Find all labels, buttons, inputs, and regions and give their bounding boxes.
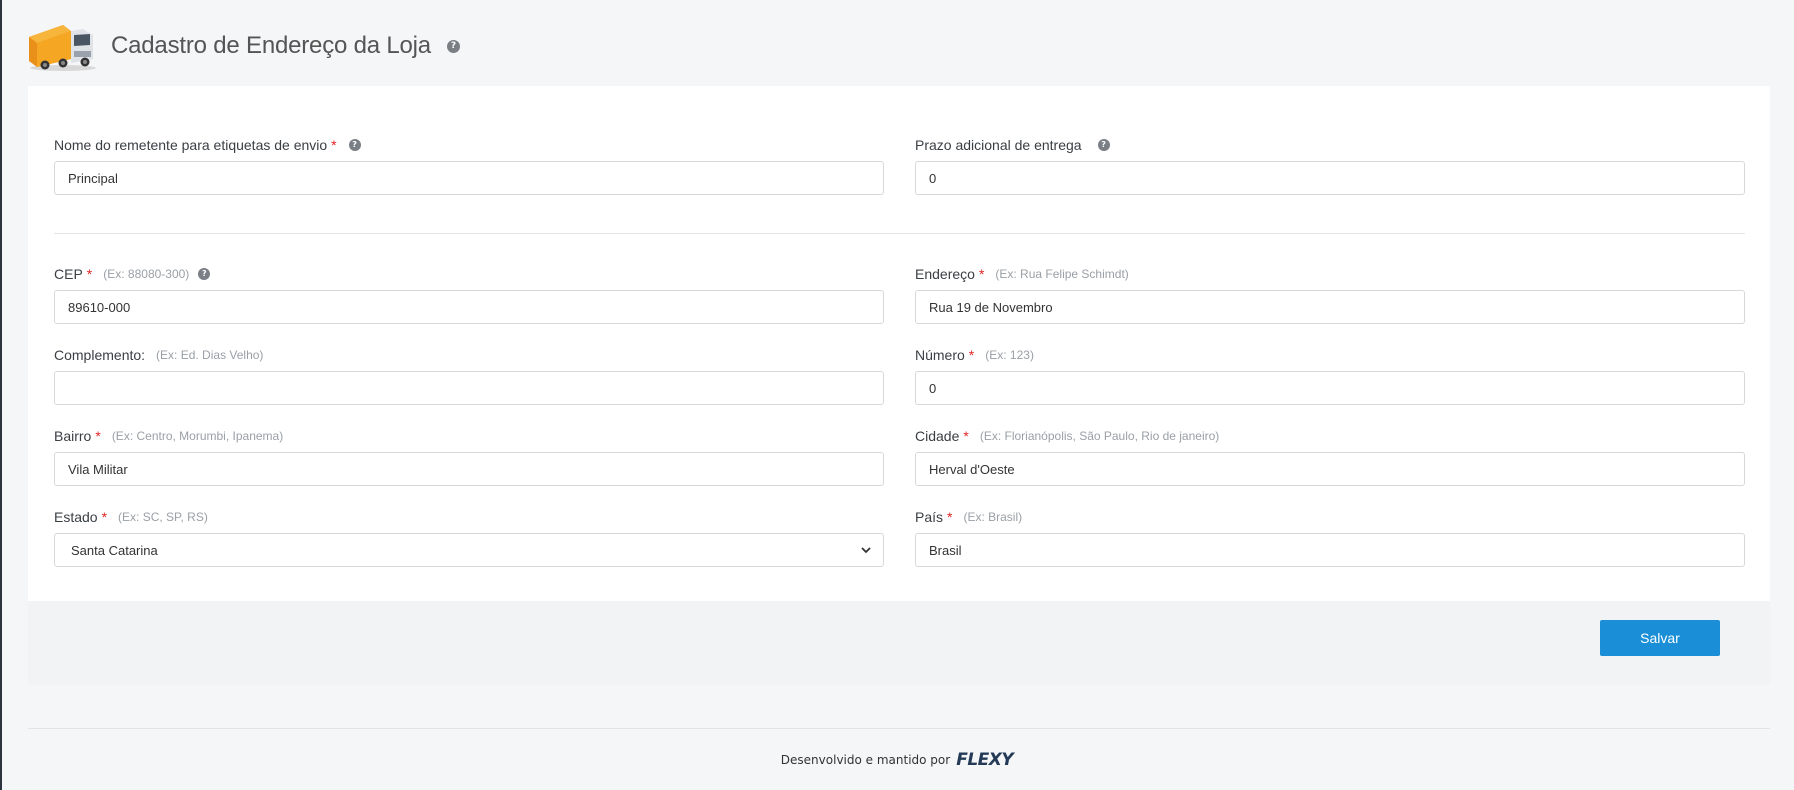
cep-input[interactable]: [54, 290, 884, 324]
state-field: Estado * (Ex: SC, SP, RS) Santa Catarina: [54, 507, 884, 567]
required-marker: *: [968, 347, 975, 363]
neighborhood-label: Bairro: [54, 428, 92, 444]
number-label: Número: [915, 347, 965, 363]
help-icon[interactable]: ?: [198, 268, 211, 280]
complement-field: Complemento: (Ex: Ed. Dias Velho): [54, 345, 884, 405]
truck-icon: [29, 25, 96, 71]
complement-hint: (Ex: Ed. Dias Velho): [156, 348, 264, 362]
neighborhood-field: Bairro * (Ex: Centro, Morumbi, Ipanema): [54, 426, 884, 486]
required-marker: *: [95, 428, 101, 444]
extra-delivery-days-label-row: Prazo adicional de entrega ?: [915, 135, 1745, 155]
help-icon[interactable]: ?: [1097, 139, 1110, 151]
left-edge-border: [0, 0, 2, 790]
country-field: País * (Ex: Brasil): [915, 507, 1745, 567]
neighborhood-hint: (Ex: Centro, Morumbi, Ipanema): [111, 429, 284, 443]
city-label: Cidade: [915, 428, 960, 444]
complement-label-row: Complemento: (Ex: Ed. Dias Velho): [54, 345, 884, 365]
country-label: País: [915, 509, 944, 525]
number-input[interactable]: [915, 371, 1745, 405]
address-form-card: Nome do remetente para etiquetas de envi…: [28, 86, 1770, 685]
complement-input[interactable]: [54, 371, 884, 405]
cep-label: CEP: [54, 266, 83, 282]
required-marker: *: [86, 266, 93, 282]
cep-hint: (Ex: 88080-300): [103, 267, 190, 281]
form-actions-bar: Salvar: [28, 601, 1770, 685]
extra-delivery-days-input[interactable]: [915, 161, 1745, 195]
extra-delivery-days-field: Prazo adicional de entrega ?: [915, 135, 1745, 195]
required-marker: *: [963, 428, 969, 444]
required-marker: *: [978, 266, 985, 282]
complement-label: Complemento:: [54, 347, 146, 363]
footer-credit-text: Desenvolvido e mantido por: [780, 753, 951, 767]
required-marker: *: [947, 509, 953, 525]
state-label: Estado: [54, 509, 98, 525]
address-label: Endereço: [915, 266, 975, 282]
save-button[interactable]: Salvar: [1600, 620, 1720, 656]
city-hint: (Ex: Florianópolis, São Paulo, Rio de ja…: [979, 429, 1220, 443]
page-title: Cadastro de Endereço da Loja: [111, 32, 431, 59]
footer-divider: [28, 728, 1770, 729]
form-body: Nome do remetente para etiquetas de envi…: [28, 86, 1770, 601]
state-hint: (Ex: SC, SP, RS): [118, 510, 208, 524]
page-header: Cadastro de Endereço da Loja ?: [27, 18, 460, 74]
city-field: Cidade * (Ex: Florianópolis, São Paulo, …: [915, 426, 1745, 486]
section-divider: [54, 233, 1745, 234]
cep-field: CEP * (Ex: 88080-300) ?: [54, 264, 884, 324]
state-select-value: Santa Catarina: [71, 543, 158, 558]
required-marker: *: [101, 509, 108, 525]
sender-name-label: Nome do remetente para etiquetas de envi…: [54, 137, 328, 153]
cep-label-row: CEP * (Ex: 88080-300) ?: [54, 264, 884, 284]
sender-name-field: Nome do remetente para etiquetas de envi…: [54, 135, 884, 195]
country-hint: (Ex: Brasil): [963, 510, 1023, 524]
state-select[interactable]: Santa Catarina: [54, 533, 884, 567]
sender-name-input[interactable]: [54, 161, 884, 195]
address-hint: (Ex: Rua Felipe Schimdt): [995, 267, 1129, 281]
number-field: Número * (Ex: 123): [915, 345, 1745, 405]
city-label-row: Cidade * (Ex: Florianópolis, São Paulo, …: [915, 426, 1745, 446]
address-field: Endereço * (Ex: Rua Felipe Schimdt): [915, 264, 1745, 324]
city-input[interactable]: [915, 452, 1745, 486]
neighborhood-input[interactable]: [54, 452, 884, 486]
page-footer: Desenvolvido e mantido por FLEXY: [0, 748, 1794, 772]
required-marker: *: [331, 137, 337, 153]
address-input[interactable]: [915, 290, 1745, 324]
extra-delivery-days-label: Prazo adicional de entrega: [915, 137, 1082, 153]
number-label-row: Número * (Ex: 123): [915, 345, 1745, 365]
sender-name-label-row: Nome do remetente para etiquetas de envi…: [54, 135, 884, 155]
help-icon[interactable]: ?: [446, 39, 460, 53]
neighborhood-label-row: Bairro * (Ex: Centro, Morumbi, Ipanema): [54, 426, 884, 446]
state-label-row: Estado * (Ex: SC, SP, RS): [54, 507, 884, 527]
help-icon[interactable]: ?: [348, 139, 361, 151]
country-input[interactable]: [915, 533, 1745, 567]
flexy-logo[interactable]: FLEXY: [956, 750, 1013, 770]
country-label-row: País * (Ex: Brasil): [915, 507, 1745, 527]
address-label-row: Endereço * (Ex: Rua Felipe Schimdt): [915, 264, 1745, 284]
number-hint: (Ex: 123): [985, 348, 1034, 362]
chevron-down-icon: [861, 547, 871, 554]
